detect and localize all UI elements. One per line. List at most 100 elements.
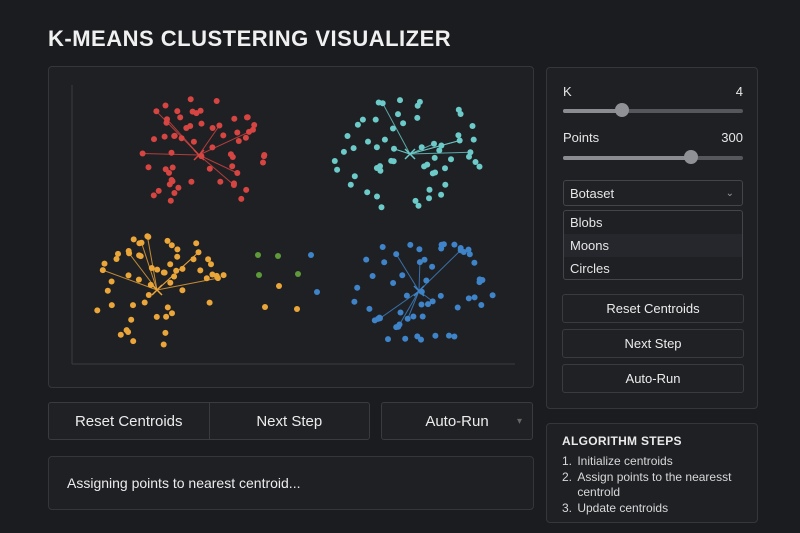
data-point <box>421 256 428 263</box>
data-point <box>397 97 403 104</box>
data-point <box>164 237 171 244</box>
status-bar: Assigning points to nearest centroid... <box>48 456 534 510</box>
data-point <box>220 272 227 279</box>
data-point <box>438 245 445 252</box>
data-point <box>234 129 241 136</box>
data-point <box>167 261 174 268</box>
auto-run-button[interactable]: Auto-Run ▾ <box>381 402 533 440</box>
plot-canvas[interactable] <box>48 66 534 388</box>
data-point <box>377 163 383 170</box>
status-text: Assigning points to nearest centroid... <box>67 475 301 491</box>
data-point <box>399 272 406 279</box>
data-point <box>351 298 358 305</box>
data-point <box>141 299 148 306</box>
data-point <box>448 156 454 163</box>
data-point <box>442 181 449 188</box>
data-point <box>429 263 436 270</box>
data-point <box>416 98 423 105</box>
points-slider-handle[interactable] <box>683 150 698 164</box>
next-step-button[interactable]: Next Step <box>208 403 370 439</box>
data-point <box>261 153 267 160</box>
side-reset-centroids-button[interactable]: Reset Centroids <box>562 294 744 323</box>
data-point <box>145 164 152 171</box>
data-point <box>136 240 143 247</box>
data-point <box>432 332 439 339</box>
data-point <box>101 260 108 267</box>
data-point <box>351 173 358 180</box>
k-label: K <box>563 84 572 99</box>
data-point <box>415 202 422 209</box>
data-point <box>350 145 357 152</box>
data-point <box>209 125 216 131</box>
data-point <box>471 259 478 266</box>
data-point <box>404 315 411 322</box>
data-point <box>125 272 132 279</box>
data-point <box>407 241 414 248</box>
bottom-button-group: Reset Centroids Next Step <box>48 402 370 440</box>
points-label: Points <box>563 130 600 145</box>
data-point <box>451 241 458 248</box>
data-point <box>163 119 170 126</box>
data-point <box>262 304 268 310</box>
points-slider[interactable] <box>563 150 743 164</box>
data-point <box>238 195 245 202</box>
points-value: 300 <box>721 130 743 145</box>
data-point <box>426 195 432 202</box>
data-point <box>369 273 376 279</box>
data-point <box>179 287 186 294</box>
data-point <box>209 144 216 151</box>
data-point <box>454 304 461 311</box>
steps-heading: ALGORITHM STEPS <box>562 434 682 448</box>
data-point <box>390 158 397 165</box>
data-point <box>160 341 167 348</box>
data-point <box>164 304 171 311</box>
data-point <box>472 159 479 165</box>
data-point <box>470 136 477 143</box>
data-point <box>193 110 200 117</box>
data-point <box>466 153 472 160</box>
data-point <box>169 164 176 171</box>
data-point <box>379 244 386 250</box>
side-auto-run-button[interactable]: Auto-Run <box>562 364 744 393</box>
control-panel: K 4 Points 300 Botaset ⌄ Blobs Moons Cir… <box>546 67 758 409</box>
data-point <box>340 148 347 155</box>
step-item: 1. Initialize centroids <box>562 454 673 468</box>
data-point <box>94 307 101 314</box>
data-point <box>162 102 169 109</box>
dataset-select[interactable]: Botaset ⌄ <box>563 180 743 206</box>
data-point <box>243 186 250 193</box>
data-point <box>391 145 397 152</box>
data-point <box>171 273 178 280</box>
data-point <box>276 283 282 289</box>
data-point <box>174 108 181 115</box>
assignment-line <box>382 103 411 155</box>
side-next-step-button[interactable]: Next Step <box>562 329 744 358</box>
auto-run-label: Auto-Run <box>425 412 489 430</box>
data-point <box>431 154 438 161</box>
k-slider[interactable] <box>563 103 743 117</box>
data-point <box>229 163 236 170</box>
data-point <box>128 316 135 323</box>
k-slider-handle[interactable] <box>615 103 630 117</box>
data-point <box>242 134 249 141</box>
data-point <box>385 336 391 343</box>
reset-centroids-button[interactable]: Reset Centroids <box>49 403 209 439</box>
data-point <box>139 150 146 157</box>
data-point <box>377 315 383 322</box>
data-point <box>231 115 238 122</box>
dataset-option-moons[interactable]: Moons <box>564 234 742 257</box>
data-point <box>457 245 464 251</box>
data-point <box>174 246 181 253</box>
data-point <box>229 154 236 160</box>
data-point <box>166 181 173 188</box>
scatter-plot[interactable] <box>49 67 535 389</box>
dataset-option-blobs[interactable]: Blobs <box>564 211 742 234</box>
data-point <box>456 137 463 144</box>
dataset-option-circles[interactable]: Circles <box>564 257 742 280</box>
chevron-down-icon[interactable]: ▾ <box>517 416 522 427</box>
data-point <box>354 121 361 128</box>
data-point <box>168 149 175 156</box>
data-point <box>235 138 242 144</box>
data-point <box>205 256 212 263</box>
data-point <box>203 275 210 282</box>
